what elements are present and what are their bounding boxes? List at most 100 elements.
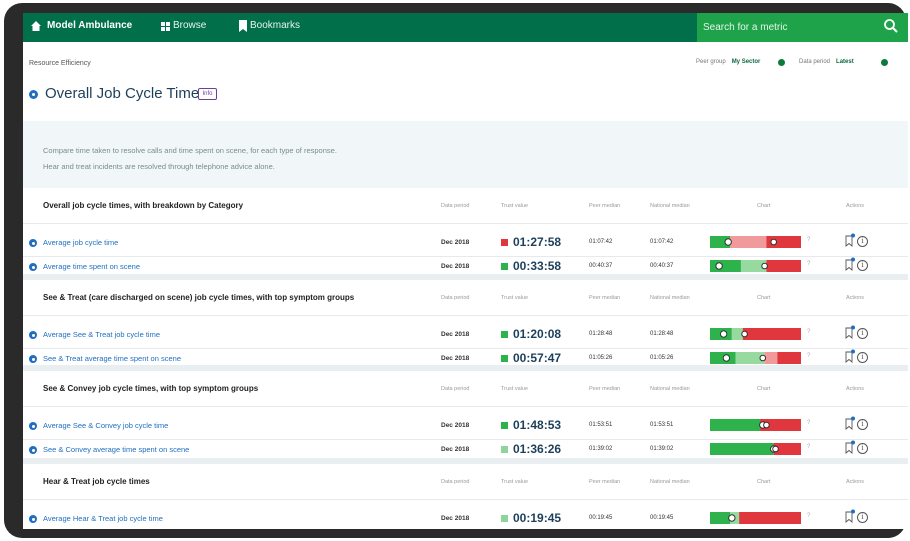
column-header-trust-value: Trust value	[501, 295, 529, 301]
info-badge[interactable]: Info	[198, 88, 217, 100]
column-header-national-median: National median	[650, 295, 690, 301]
status-indicator	[501, 239, 508, 246]
comparison-chart[interactable]	[710, 352, 801, 364]
metric-dot-icon	[29, 446, 37, 454]
section-title: See & Treat (care discharged on scene) j…	[43, 293, 355, 302]
section-title: See & Convey job cycle times, with top s…	[43, 384, 259, 393]
peer-group-filter[interactable]: Peer group My Sector	[696, 59, 760, 65]
peer-group-label: Peer group	[696, 59, 726, 65]
info-icon[interactable]: i	[857, 352, 868, 363]
status-indicator	[501, 422, 508, 429]
comparison-chart[interactable]	[710, 443, 801, 455]
info-icon[interactable]: i	[857, 328, 868, 339]
metric-link[interactable]: Average Hear & Treat job cycle time	[43, 514, 163, 523]
trust-value: 01:36:26	[513, 442, 562, 456]
help-icon[interactable]: ?	[807, 513, 810, 519]
bookmark-add-icon[interactable]	[845, 233, 855, 247]
help-icon[interactable]: ?	[807, 353, 810, 359]
data-period-value: Dec 2018	[441, 239, 470, 246]
metric-row[interactable]: Average time spent on scene Dec 2018 00:…	[23, 256, 908, 280]
metric-row[interactable]: Average job cycle time Dec 2018 01:27:58…	[23, 232, 908, 256]
data-period-value: Dec 2018	[441, 263, 470, 270]
peer-median-value: 01:07:42	[589, 239, 613, 245]
trust-value-marker	[741, 330, 748, 338]
search-icon[interactable]	[883, 18, 899, 34]
nav-bookmarks[interactable]: Bookmarks	[250, 20, 300, 31]
trust-value: 01:48:53	[513, 418, 562, 432]
nav-browse[interactable]: Browse	[173, 20, 206, 31]
metric-row[interactable]: See & Convey average time spent on scene…	[23, 439, 908, 463]
metric-dot-icon	[29, 331, 37, 339]
metric-link[interactable]: Average See & Convey job cycle time	[43, 421, 168, 430]
header-separator	[23, 406, 908, 407]
bookmark-add-icon[interactable]	[845, 349, 855, 363]
metric-row[interactable]: Average Hear & Treat job cycle time Dec …	[23, 508, 908, 529]
help-icon[interactable]: ?	[807, 237, 810, 243]
peer-median-marker	[728, 514, 736, 522]
peer-median-marker	[722, 354, 731, 362]
chart-segment-green	[710, 419, 761, 431]
chart-segment-red	[777, 352, 801, 364]
trust-value-marker	[772, 445, 779, 453]
national-median-value: 00:19:45	[650, 515, 674, 521]
comparison-chart[interactable]	[710, 512, 801, 524]
brand-name[interactable]: Model Ambulance	[47, 20, 132, 31]
metric-dot-icon	[29, 515, 37, 523]
info-icon[interactable]: i	[857, 512, 868, 523]
column-header-data-period: Data period	[441, 295, 470, 301]
comparison-chart[interactable]	[710, 419, 801, 431]
search-input[interactable]	[703, 17, 873, 37]
peer-group-toggle-icon[interactable]	[778, 59, 785, 66]
metric-link[interactable]: See & Convey average time spent on scene	[43, 445, 189, 454]
peer-median-marker	[719, 330, 728, 338]
description-line-1: Compare time taken to resolve calls and …	[43, 146, 337, 155]
bookmark-add-icon[interactable]	[845, 416, 855, 430]
info-icon[interactable]: i	[857, 419, 868, 430]
metric-row[interactable]: Average See & Convey job cycle time Dec …	[23, 415, 908, 439]
bookmark-add-icon[interactable]	[845, 325, 855, 339]
help-icon[interactable]: ?	[807, 261, 810, 267]
column-header-chart: Chart	[757, 295, 771, 301]
metric-row[interactable]: Average See & Treat job cycle time Dec 2…	[23, 324, 908, 348]
chart-segment-lightred	[764, 352, 778, 364]
info-icon[interactable]: i	[857, 236, 868, 247]
data-period-label: Data period	[799, 59, 831, 65]
data-period-toggle-icon[interactable]	[881, 59, 888, 66]
breadcrumb[interactable]: Resource Efficiency	[29, 60, 91, 67]
help-icon[interactable]: ?	[807, 444, 810, 450]
metric-dot-icon	[29, 422, 37, 430]
column-header-peer-median: Peer median	[589, 386, 621, 392]
bookmark-add-icon[interactable]	[845, 257, 855, 271]
data-period-filter[interactable]: Data period Latest	[799, 59, 854, 65]
home-icon[interactable]	[29, 18, 43, 34]
column-header-data-period: Data period	[441, 386, 470, 392]
metric-link[interactable]: Average job cycle time	[43, 238, 118, 247]
bookmark-icon[interactable]	[239, 20, 247, 32]
bookmark-add-icon[interactable]	[845, 440, 855, 454]
peer-median-marker	[715, 262, 723, 270]
column-header-national-median: National median	[650, 386, 690, 392]
info-icon[interactable]: i	[857, 443, 868, 454]
column-header-actions: Actions	[846, 386, 865, 392]
description-panel: Compare time taken to resolve calls and …	[23, 121, 908, 188]
comparison-chart[interactable]	[710, 260, 801, 272]
status-indicator	[501, 515, 508, 522]
status-indicator	[501, 446, 508, 453]
metric-link[interactable]: See & Treat average time spent on scene	[43, 354, 181, 363]
metric-dot-icon	[29, 90, 38, 99]
help-icon[interactable]: ?	[807, 420, 810, 426]
peer-median-value: 01:05:26	[589, 355, 613, 361]
column-header-actions: Actions	[846, 479, 865, 485]
help-icon[interactable]: ?	[807, 329, 810, 335]
grid-icon[interactable]	[161, 22, 170, 31]
comparison-chart[interactable]	[710, 328, 801, 340]
data-period-value: Latest	[836, 59, 854, 65]
bookmark-add-icon[interactable]	[845, 509, 855, 523]
comparison-chart[interactable]	[710, 236, 801, 248]
metric-link[interactable]: Average time spent on scene	[43, 262, 140, 271]
metric-row[interactable]: See & Treat average time spent on scene …	[23, 348, 908, 372]
info-icon[interactable]: i	[857, 260, 868, 271]
trust-value: 01:20:08	[513, 327, 562, 341]
metric-link[interactable]: Average See & Treat job cycle time	[43, 330, 160, 339]
device-frame: Model Ambulance Browse Bookmarks Resourc…	[4, 3, 908, 538]
